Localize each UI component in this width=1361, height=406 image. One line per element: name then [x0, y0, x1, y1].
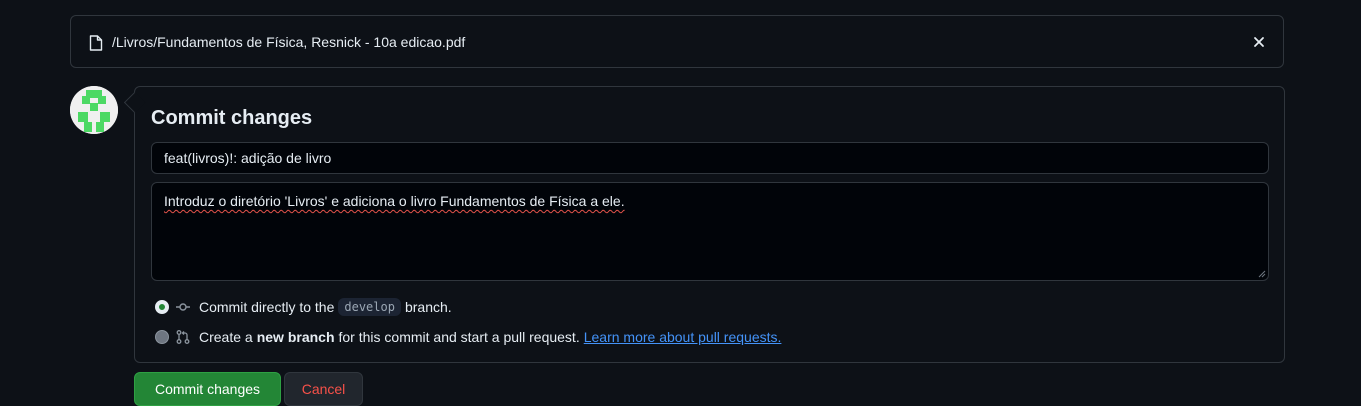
commit-title: Commit changes [151, 107, 313, 129]
new-branch-suffix: for this commit and start a pull request… [338, 329, 580, 345]
new-branch-prefix: Create a [199, 329, 253, 345]
branch-name-chip: develop [338, 298, 401, 316]
learn-more-pull-requests-link[interactable]: Learn more about pull requests. [584, 329, 782, 345]
direct-option-suffix: branch. [404, 299, 452, 315]
avatar [70, 86, 118, 134]
identicon-image [70, 86, 118, 134]
git-pull-request-icon [176, 330, 190, 344]
commit-summary-input[interactable] [151, 142, 1269, 174]
new-branch-bold: new branch [256, 329, 335, 345]
commit-direct-radio[interactable] [155, 300, 169, 314]
new-branch-radio[interactable] [155, 330, 169, 344]
file-path-bar: /Livros/Fundamentos de Física, Resnick -… [70, 15, 1284, 68]
resize-grip-icon[interactable] [1258, 270, 1266, 278]
close-icon[interactable] [1251, 34, 1267, 50]
git-commit-icon [176, 303, 190, 311]
file-icon [89, 35, 103, 51]
commit-direct-option[interactable]: Commit directly to the develop branch. [155, 297, 452, 317]
new-branch-option[interactable]: Create a new branch for this commit and … [155, 327, 781, 347]
file-path: /Livros/Fundamentos de Física, Resnick -… [112, 34, 466, 50]
direct-option-prefix: Commit directly to the [199, 299, 335, 315]
panel-pointer [123, 91, 146, 114]
commit-panel: Commit changes Introduz o diretório 'Liv… [123, 86, 1285, 363]
commit-description-text: Introduz o diretório 'Livros' e adiciona… [164, 193, 625, 209]
commit-description-textarea[interactable]: Introduz o diretório 'Livros' e adiciona… [151, 182, 1269, 281]
